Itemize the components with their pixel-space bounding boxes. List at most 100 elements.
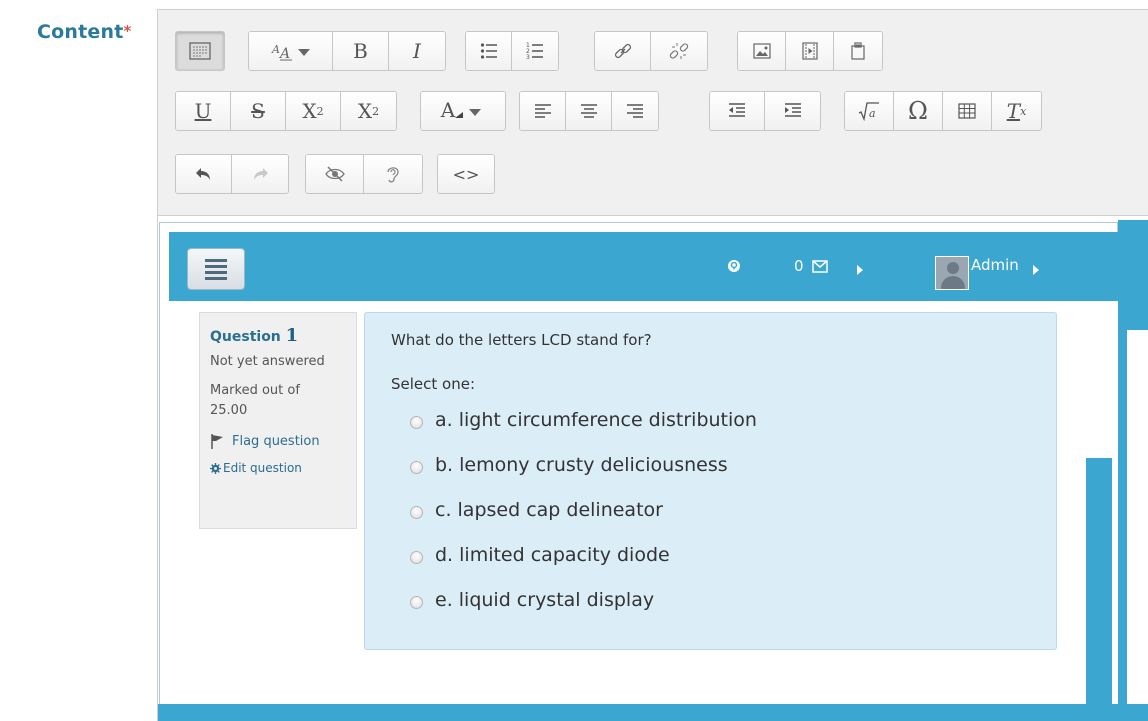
html-source-button[interactable]: <> <box>438 155 494 193</box>
manage-files-button[interactable] <box>834 32 882 70</box>
radio-button[interactable] <box>410 551 423 564</box>
special-char-label: Ω <box>908 97 928 125</box>
answer-option[interactable]: d. limited capacity diode <box>410 532 1030 577</box>
undo-icon <box>195 168 210 180</box>
bullet-list-icon <box>480 43 497 59</box>
messages-icon[interactable] <box>812 259 828 277</box>
required-marker: * <box>123 22 132 40</box>
numbered-list-icon: 123 <box>526 42 543 61</box>
html-source-label: <> <box>452 164 480 184</box>
outdent-button[interactable] <box>710 92 765 130</box>
menu-bar-icon <box>205 264 227 268</box>
answer-option[interactable]: b. lemony crusty deliciousness <box>410 442 1030 487</box>
toolbar-group-format: U S X2 X2 <box>175 91 397 131</box>
unlink-button[interactable] <box>651 32 707 70</box>
special-char-button[interactable]: Ω <box>894 92 943 130</box>
align-center-icon <box>580 104 597 118</box>
question-content: What do the letters LCD stand for? Selec… <box>364 312 1057 650</box>
subscript-label: X <box>302 99 317 123</box>
messages-caret-icon[interactable] <box>857 261 863 279</box>
align-left-button[interactable] <box>520 92 566 130</box>
equation-icon: a <box>858 102 879 121</box>
font-size-icon: AA <box>271 43 310 62</box>
radio-button[interactable] <box>410 506 423 519</box>
align-right-button[interactable] <box>612 92 658 130</box>
text-color-dropdown-icon <box>455 109 482 118</box>
question-info-panel: Question 1 Not yet answered Marked out o… <box>199 312 357 529</box>
flag-question-label: Flag question <box>232 433 320 449</box>
question-text: What do the letters LCD stand for? <box>391 331 652 349</box>
align-center-button[interactable] <box>566 92 612 130</box>
answer-label: b. lemony crusty deliciousness <box>435 453 728 476</box>
italic-label: I <box>413 39 421 63</box>
svg-text:3: 3 <box>526 54 530 61</box>
user-avatar[interactable] <box>935 256 969 290</box>
message-count: 0 <box>794 257 804 275</box>
radio-button[interactable] <box>410 596 423 609</box>
grade-line-2: 25.00 <box>210 403 248 418</box>
table-icon <box>958 103 976 119</box>
flag-question-link[interactable]: Flag question <box>210 433 346 449</box>
toolbar-group-accessibility <box>305 154 423 194</box>
redo-button[interactable] <box>232 155 288 193</box>
equation-button[interactable]: a <box>845 92 894 130</box>
radio-button[interactable] <box>410 461 423 474</box>
editor-content-area[interactable]: 0 Admin Question 1 Not yet answered Mark… <box>158 215 1148 721</box>
question-number-value: 1 <box>285 325 299 346</box>
user-menu-caret-icon[interactable] <box>1033 261 1039 279</box>
subscript-button[interactable]: X2 <box>286 92 341 130</box>
question-number: Question 1 <box>210 325 346 346</box>
notifications-icon[interactable] <box>727 259 741 277</box>
insert-image-button[interactable] <box>738 32 786 70</box>
toolbar-toggle-button[interactable] <box>176 32 224 70</box>
answer-option[interactable]: a. light circumference distribution <box>410 397 1030 442</box>
underline-button[interactable]: U <box>176 92 231 130</box>
bullet-list-button[interactable] <box>466 32 512 70</box>
clear-formatting-label: T <box>1006 99 1021 123</box>
question-grade: Marked out of 25.00 <box>210 381 346 421</box>
insert-media-button[interactable] <box>786 32 834 70</box>
answer-option[interactable]: c. lapsed cap delineator <box>410 487 1030 532</box>
menu-toggle-button[interactable] <box>187 248 245 290</box>
answer-option[interactable]: e. liquid crystal display <box>410 577 1030 622</box>
font-size-button[interactable]: AA <box>249 32 333 70</box>
clear-formatting-button[interactable]: Tx <box>992 92 1041 130</box>
link-button[interactable] <box>595 32 651 70</box>
strikethrough-label: S <box>251 99 265 123</box>
editor-scrollbar[interactable] <box>1118 220 1148 721</box>
strikethrough-button[interactable]: S <box>231 92 286 130</box>
toolbar-group-history <box>175 154 289 194</box>
italic-button[interactable]: I <box>389 32 445 70</box>
subscript-index: 2 <box>316 104 324 118</box>
text-color-button[interactable]: A <box>421 92 505 130</box>
unlink-icon <box>669 43 689 59</box>
radio-button[interactable] <box>410 416 423 429</box>
embedded-right-scrollbar <box>1081 232 1119 721</box>
edit-question-link[interactable]: Edit question <box>210 461 346 475</box>
superscript-button[interactable]: X2 <box>341 92 396 130</box>
numbered-list-button[interactable]: 123 <box>512 32 558 70</box>
bold-button[interactable]: B <box>333 32 389 70</box>
table-button[interactable] <box>943 92 992 130</box>
text-color-label: A <box>440 98 456 122</box>
embedded-navbar: 0 Admin <box>169 232 1081 301</box>
toolbar-group-source: <> <box>437 154 495 194</box>
superscript-label: X <box>357 99 373 123</box>
screen-reader-helper-button[interactable] <box>364 155 422 193</box>
answer-label: e. liquid crystal display <box>435 588 655 611</box>
accessibility-checker-button[interactable] <box>306 155 364 193</box>
editor-toolbar: AA B I 123 U S X 2 X 2 A a Ω T x <> <box>158 10 1148 215</box>
user-menu-name[interactable]: Admin <box>971 256 1019 274</box>
edit-question-label: Edit question <box>223 461 302 475</box>
question-state: Not yet answered <box>210 354 325 369</box>
undo-button[interactable] <box>176 155 232 193</box>
ear-icon <box>387 167 399 183</box>
rich-text-editor: AA B I 123 U S X 2 X 2 A a Ω T x <> 0 Ad… <box>157 9 1148 721</box>
grade-line-1: Marked out of <box>210 383 300 398</box>
answer-label: c. lapsed cap delineator <box>435 498 663 521</box>
redo-icon <box>254 168 268 180</box>
indent-button[interactable] <box>765 92 820 130</box>
toolbar-group-align <box>519 91 659 131</box>
toolbar-group-collapse <box>175 31 225 71</box>
embedded-page-frame: 0 Admin Question 1 Not yet answered Mark… <box>159 222 1119 721</box>
